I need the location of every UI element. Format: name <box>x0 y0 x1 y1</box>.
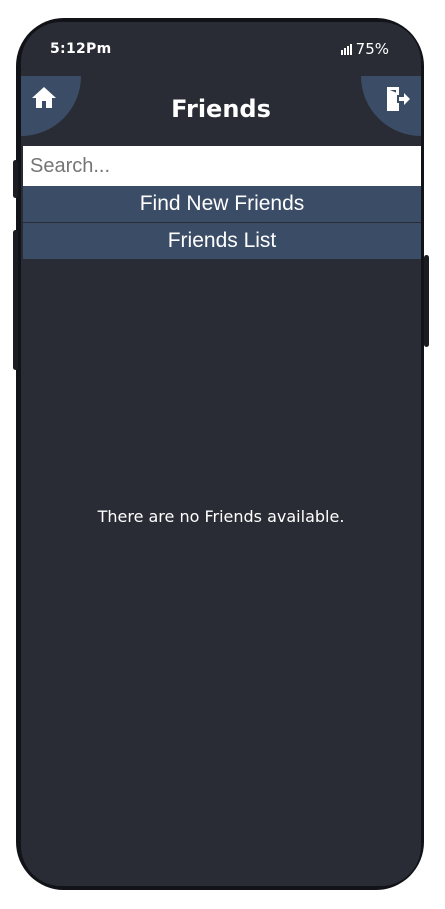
phone-side-button <box>13 230 18 370</box>
logout-icon <box>387 87 410 111</box>
battery-level: 75% <box>355 40 389 58</box>
find-new-friends-button[interactable]: Find New Friends <box>23 186 421 222</box>
search-input[interactable] <box>23 146 421 186</box>
logout-button[interactable] <box>361 76 421 136</box>
status-indicators: 75% <box>340 40 389 58</box>
empty-state-message: There are no Friends available. <box>97 507 345 526</box>
app-screen: 5:12Pm 75% Friends Find New F <box>21 22 421 886</box>
status-time: 5:12Pm <box>50 41 112 57</box>
page-title: Friends <box>171 95 271 123</box>
phone-side-button <box>13 160 18 198</box>
header: Friends <box>21 76 421 144</box>
phone-side-button <box>424 255 429 347</box>
friends-list-button[interactable]: Friends List <box>23 223 421 259</box>
status-bar: 5:12Pm 75% <box>21 22 421 72</box>
signal-icon <box>340 43 352 55</box>
